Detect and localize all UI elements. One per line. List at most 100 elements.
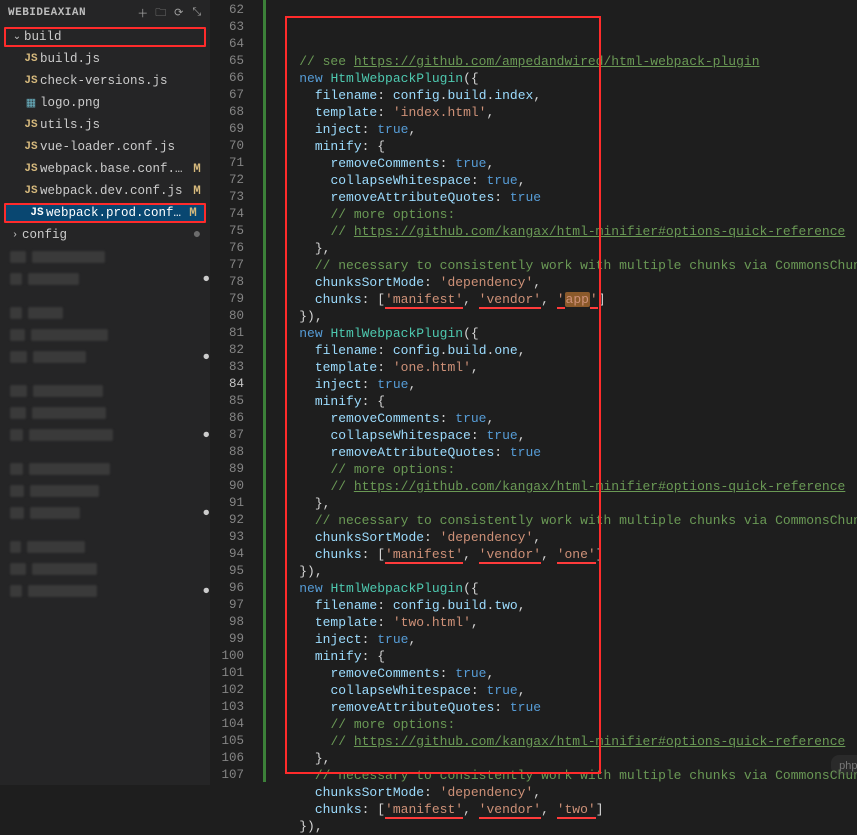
code-line[interactable]: }), — [268, 308, 857, 325]
code-line[interactable]: filename: config.build.index, — [268, 87, 857, 104]
line-number[interactable]: 106 — [210, 750, 262, 767]
line-number[interactable]: 70 — [210, 138, 262, 155]
code-line[interactable]: template: 'two.html', — [268, 614, 857, 631]
code-line[interactable]: }), — [268, 818, 857, 835]
line-number[interactable]: 97 — [210, 597, 262, 614]
code-line[interactable]: }, — [268, 495, 857, 512]
code-line[interactable]: removeAttributeQuotes: true — [268, 699, 857, 716]
new-file-icon[interactable]: ＋ — [134, 5, 152, 21]
code-line[interactable]: // necessary to consistently work with m… — [268, 512, 857, 529]
line-number[interactable]: 103 — [210, 699, 262, 716]
line-number[interactable]: 98 — [210, 614, 262, 631]
code-line[interactable]: chunks: ['manifest', 'vendor', 'two'] — [268, 801, 857, 818]
line-number[interactable]: 92 — [210, 512, 262, 529]
line-number[interactable]: 75 — [210, 223, 262, 240]
code-line[interactable]: // more options: — [268, 206, 857, 223]
line-number[interactable]: 101 — [210, 665, 262, 682]
code-line[interactable]: chunksSortMode: 'dependency', — [268, 274, 857, 291]
code-line[interactable]: // more options: — [268, 461, 857, 478]
line-number[interactable]: 82 — [210, 342, 262, 359]
line-number[interactable]: 77 — [210, 257, 262, 274]
code-line[interactable]: new HtmlWebpackPlugin({ — [268, 580, 857, 597]
line-number[interactable]: 79 — [210, 291, 262, 308]
line-number[interactable]: 66 — [210, 70, 262, 87]
line-number[interactable]: 94 — [210, 546, 262, 563]
code-line[interactable]: minify: { — [268, 648, 857, 665]
line-number[interactable]: 65 — [210, 53, 262, 70]
file-webpack.dev.conf.js[interactable]: JSwebpack.dev.conf.jsM — [0, 180, 210, 202]
line-number[interactable]: 96 — [210, 580, 262, 597]
file-build.js[interactable]: JSbuild.js — [0, 48, 210, 70]
code-line[interactable]: }), — [268, 563, 857, 580]
code-line[interactable]: filename: config.build.one, — [268, 342, 857, 359]
line-number[interactable]: 69 — [210, 121, 262, 138]
refresh-icon[interactable]: ⟳ — [170, 6, 188, 20]
code-line[interactable]: removeAttributeQuotes: true — [268, 444, 857, 461]
code-line[interactable]: inject: true, — [268, 376, 857, 393]
code-line[interactable]: minify: { — [268, 138, 857, 155]
file-check-versions.js[interactable]: JScheck-versions.js — [0, 70, 210, 92]
line-number[interactable]: 81 — [210, 325, 262, 342]
new-folder-icon[interactable]: 🗀 — [152, 4, 170, 23]
editor-pane[interactable]: 6263646566676869707172737475767778798081… — [210, 0, 857, 785]
line-number[interactable]: 63 — [210, 19, 262, 36]
code-line[interactable]: inject: true, — [268, 121, 857, 138]
line-number[interactable]: 87 — [210, 427, 262, 444]
line-number[interactable]: 71 — [210, 155, 262, 172]
code-line[interactable]: // https://github.com/kangax/html-minifi… — [268, 733, 857, 750]
line-number[interactable]: 83 — [210, 359, 262, 376]
line-number[interactable]: 85 — [210, 393, 262, 410]
line-number[interactable]: 93 — [210, 529, 262, 546]
file-logo.png[interactable]: ▦logo.png — [0, 92, 210, 114]
line-number[interactable]: 80 — [210, 308, 262, 325]
code-line[interactable]: chunksSortMode: 'dependency', — [268, 529, 857, 546]
code-line[interactable]: template: 'index.html', — [268, 104, 857, 121]
code-line[interactable]: collapseWhitespace: true, — [268, 427, 857, 444]
line-number[interactable]: 100 — [210, 648, 262, 665]
file-webpack.base.conf.js[interactable]: JSwebpack.base.conf.jsM — [0, 158, 210, 180]
code-line[interactable]: new HtmlWebpackPlugin({ — [268, 70, 857, 87]
code-line[interactable]: chunksSortMode: 'dependency', — [268, 784, 857, 801]
code-line[interactable]: // necessary to consistently work with m… — [268, 767, 857, 784]
line-number[interactable]: 89 — [210, 461, 262, 478]
code-line[interactable]: new HtmlWebpackPlugin({ — [268, 325, 857, 342]
line-number[interactable]: 78 — [210, 274, 262, 291]
code-line[interactable]: filename: config.build.two, — [268, 597, 857, 614]
code-line[interactable]: }, — [268, 750, 857, 767]
line-number[interactable]: 67 — [210, 87, 262, 104]
code-line[interactable]: collapseWhitespace: true, — [268, 682, 857, 699]
code-line[interactable]: removeComments: true, — [268, 410, 857, 427]
code-line[interactable]: removeComments: true, — [268, 665, 857, 682]
line-number[interactable]: 76 — [210, 240, 262, 257]
line-number[interactable]: 62 — [210, 2, 262, 19]
code-line[interactable]: removeComments: true, — [268, 155, 857, 172]
code-line[interactable]: chunks: ['manifest', 'vendor', 'app'] — [268, 291, 857, 308]
line-number[interactable]: 88 — [210, 444, 262, 461]
line-number[interactable]: 90 — [210, 478, 262, 495]
line-number[interactable]: 105 — [210, 733, 262, 750]
code-line[interactable]: removeAttributeQuotes: true — [268, 189, 857, 206]
code-line[interactable]: // https://github.com/kangax/html-minifi… — [268, 478, 857, 495]
line-number[interactable]: 95 — [210, 563, 262, 580]
line-number[interactable]: 99 — [210, 631, 262, 648]
line-number[interactable]: 72 — [210, 172, 262, 189]
code-line[interactable]: }, — [268, 240, 857, 257]
code-line[interactable]: inject: true, — [268, 631, 857, 648]
line-number[interactable]: 64 — [210, 36, 262, 53]
line-number[interactable]: 91 — [210, 495, 262, 512]
line-number[interactable]: 74 — [210, 206, 262, 223]
line-number[interactable]: 107 — [210, 767, 262, 784]
line-number[interactable]: 73 — [210, 189, 262, 206]
code-line[interactable]: // https://github.com/kangax/html-minifi… — [268, 223, 857, 240]
line-number[interactable]: 84 — [210, 376, 262, 393]
code-area[interactable]: // see https://github.com/ampedandwired/… — [268, 0, 857, 785]
line-number[interactable]: 102 — [210, 682, 262, 699]
collapse-icon[interactable]: ⤡ — [188, 7, 206, 19]
code-line[interactable]: // see https://github.com/ampedandwired/… — [268, 53, 857, 70]
folder-config[interactable]: ›config● — [0, 224, 210, 246]
code-line[interactable]: minify: { — [268, 393, 857, 410]
code-line[interactable]: collapseWhitespace: true, — [268, 172, 857, 189]
folder-build[interactable]: ⌄build — [4, 27, 206, 47]
file-vue-loader.conf.js[interactable]: JSvue-loader.conf.js — [0, 136, 210, 158]
line-number[interactable]: 68 — [210, 104, 262, 121]
